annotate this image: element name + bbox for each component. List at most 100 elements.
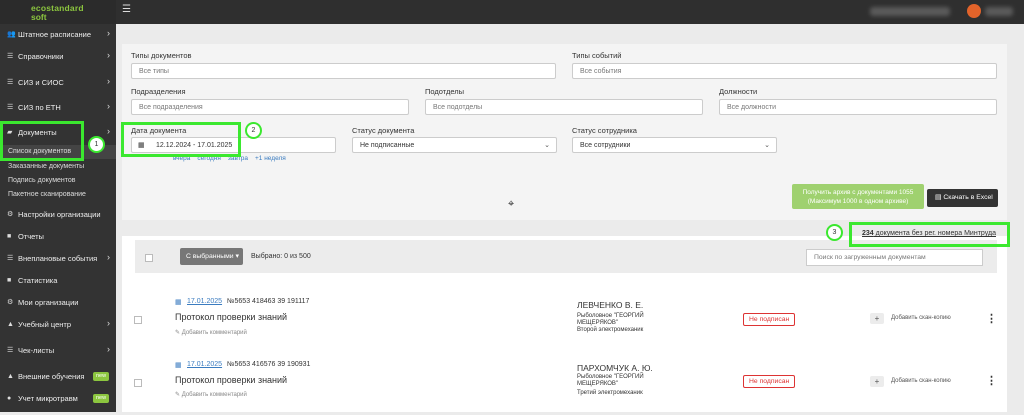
document-title[interactable]: Протокол проверки знаний bbox=[175, 312, 287, 322]
user-icon: ● bbox=[7, 395, 12, 402]
employee-name: ПАРХОМЧУК А. Ю. bbox=[577, 363, 653, 373]
positions-label: Должности bbox=[719, 87, 758, 96]
select-all-checkbox[interactable] bbox=[145, 254, 153, 262]
sidebar-item-microtrauma[interactable]: ● Учет микротравм new bbox=[0, 388, 116, 410]
gear-icon: ⚙ bbox=[7, 299, 14, 306]
sidebar-item-unplanned-events[interactable]: ☰ Внеплановые события › bbox=[0, 248, 116, 270]
employee-status-select[interactable]: Все сотрудники ⌄ bbox=[572, 137, 777, 153]
comment-icon: ✎ bbox=[175, 330, 182, 336]
bulk-actions-button[interactable]: С выбранными ▾ bbox=[180, 248, 243, 265]
add-comment-link[interactable]: ✎ Добавить комментарий bbox=[175, 329, 247, 336]
annotation-box-3 bbox=[849, 222, 1010, 247]
sidebar-item-label: Внеплановые события bbox=[18, 254, 98, 263]
status-badge: Не подписан bbox=[743, 313, 796, 326]
row-checkbox[interactable] bbox=[134, 379, 142, 387]
download-archive-button[interactable]: Получить архив с документами 1055 (Максим… bbox=[792, 184, 924, 209]
chevron-right-icon: › bbox=[107, 76, 110, 86]
square-icon: ■ bbox=[7, 233, 12, 240]
documents-search-input[interactable]: Поиск по загруженным документам bbox=[806, 249, 983, 266]
sidebar-subitem-ordered[interactable]: Заказанные документы bbox=[0, 160, 116, 174]
doc-types-select[interactable]: Все типы bbox=[131, 63, 556, 79]
new-badge: new bbox=[93, 372, 110, 381]
sidebar-item-label: Чек-листы bbox=[18, 346, 55, 355]
sidebar-subitem-batch-scan[interactable]: Пакетное сканирование bbox=[0, 188, 116, 202]
employee-org: Рыболовное "ГЕОРГИЙ МЕЩЕРЯКОВ" bbox=[577, 313, 644, 326]
subitem-label: Заказанные документы bbox=[8, 163, 85, 170]
sidebar-item-checklists[interactable]: ☰ Чек-листы › bbox=[0, 340, 116, 362]
sidebar-item-reports[interactable]: ■ Отчеты bbox=[0, 226, 116, 248]
sidebar-item-siz-etn[interactable]: ☰ СИЗ по ЕТН › bbox=[0, 97, 116, 119]
sidebar-item-label: СИЗ и СИОС bbox=[18, 78, 64, 87]
divisions-select[interactable]: Все подразделения bbox=[131, 99, 409, 115]
bulk-actions-label: С выбранными bbox=[186, 253, 234, 260]
employee-position: Второй электромеханик bbox=[577, 327, 644, 333]
sidebar-item-org-settings[interactable]: ⚙ Настройки организации bbox=[0, 204, 116, 226]
subdivisions-select[interactable]: Все подотделы bbox=[425, 99, 703, 115]
sidebar-item-label: Настройки организации bbox=[18, 210, 101, 219]
calendar-icon: ▦ bbox=[175, 362, 182, 369]
doc-status-select[interactable]: Не подписанные ⌄ bbox=[352, 137, 557, 153]
document-title[interactable]: Протокол проверки знаний bbox=[175, 375, 287, 385]
sidebar-item-label: Учебный центр bbox=[18, 320, 71, 329]
avatar[interactable] bbox=[967, 4, 981, 18]
positions-select[interactable]: Все должности bbox=[719, 99, 997, 115]
sidebar-item-siz[interactable]: ☰ СИЗ и СИОС › bbox=[0, 72, 116, 94]
sidebar-item-my-orgs[interactable]: ⚙ Мои организации bbox=[0, 292, 116, 314]
document-number: №5653 416576 39 190931 bbox=[227, 361, 311, 368]
sidebar-item-label: Внешние обучения bbox=[18, 372, 85, 381]
more-vertical-icon[interactable]: ⋮ bbox=[986, 312, 997, 325]
archive-line1: Получить архив с документами 1055 bbox=[802, 189, 914, 196]
status-badge: Не подписан bbox=[743, 375, 796, 388]
add-comment-link[interactable]: ✎ Добавить комментарий bbox=[175, 391, 247, 398]
employee-org: Рыболовное "ГЕОРГИЙ МЕЩЕРЯКОВ" bbox=[577, 374, 644, 387]
excel-label: Скачать в Excel bbox=[943, 194, 993, 201]
sidebar-subitem-signing[interactable]: Подпись документов bbox=[0, 174, 116, 188]
chevron-right-icon: › bbox=[107, 318, 110, 328]
sidebar-item-staff[interactable]: 👥 Штатное расписание › bbox=[0, 24, 116, 46]
add-scan-button[interactable]: + bbox=[870, 313, 884, 324]
user-name[interactable] bbox=[985, 7, 1013, 16]
list-icon: ☰ bbox=[7, 79, 14, 86]
event-types-select[interactable]: Все события bbox=[572, 63, 997, 79]
comment-label: Добавить комментарий bbox=[181, 392, 247, 398]
quick-date-plus-week[interactable]: +1 неделя bbox=[255, 155, 286, 162]
sidebar-item-label: Статистика bbox=[18, 276, 58, 285]
user-organization[interactable] bbox=[870, 7, 950, 16]
menu-toggle-icon[interactable]: ☰ bbox=[122, 5, 131, 15]
calendar-icon: ▦ bbox=[175, 299, 182, 306]
export-excel-button[interactable]: ▤ Скачать в Excel bbox=[927, 189, 998, 207]
list-icon: ☰ bbox=[7, 53, 14, 60]
more-vertical-icon[interactable]: ⋮ bbox=[986, 374, 997, 387]
document-date[interactable]: 17.01.2025 bbox=[187, 298, 222, 305]
subdivisions-label: Подотделы bbox=[425, 87, 465, 96]
selected-count: Выбрано: 0 из 500 bbox=[251, 253, 311, 260]
employee-position: Третий электромеханик bbox=[577, 390, 643, 396]
add-scan-label[interactable]: Добавить скан-копию bbox=[891, 378, 951, 384]
table-row: ▦ 17.01.2025 №5653 416576 39 190931 Прот… bbox=[122, 355, 1007, 415]
annotation-marker-3: 3 bbox=[826, 224, 843, 241]
sidebar: 👥 Штатное расписание › ☰ Справочники › ☰ СИЗ … bbox=[0, 24, 116, 412]
mouse-cursor-icon: ⌖ bbox=[508, 198, 515, 210]
archive-line2: (Максимум 1000 в одном архиве) bbox=[807, 198, 909, 205]
sidebar-item-external-training[interactable]: ▲ Внешние обучения new bbox=[0, 366, 116, 388]
sidebar-item-statistics[interactable]: ■ Статистика bbox=[0, 270, 116, 292]
employee-name: ЛЕВЧЕНКО В. Е. bbox=[577, 300, 644, 310]
annotation-marker-2: 2 bbox=[245, 122, 262, 139]
document-date[interactable]: 17.01.2025 bbox=[187, 361, 222, 368]
sidebar-item-label: Справочники bbox=[18, 52, 64, 61]
chevron-down-icon: ⌄ bbox=[544, 142, 550, 149]
row-checkbox[interactable] bbox=[134, 316, 142, 324]
logo[interactable]: ecostandard soft bbox=[0, 0, 116, 24]
add-scan-label[interactable]: Добавить скан-копию bbox=[891, 315, 951, 321]
sidebar-item-label: Отчеты bbox=[18, 232, 44, 241]
list-icon: ☰ bbox=[7, 104, 14, 111]
add-scan-button[interactable]: + bbox=[870, 376, 884, 387]
divisions-label: Подразделения bbox=[131, 87, 186, 96]
doc-status-value: Не подписанные bbox=[360, 142, 415, 149]
sidebar-item-training-center[interactable]: ▲ Учебный центр › bbox=[0, 314, 116, 336]
annotation-box-1 bbox=[0, 121, 84, 161]
chevron-right-icon: › bbox=[107, 28, 110, 38]
sidebar-item-references[interactable]: ☰ Справочники › bbox=[0, 46, 116, 68]
top-bar: ecostandard soft ☰ bbox=[0, 0, 1024, 24]
chevron-right-icon: › bbox=[107, 252, 110, 262]
